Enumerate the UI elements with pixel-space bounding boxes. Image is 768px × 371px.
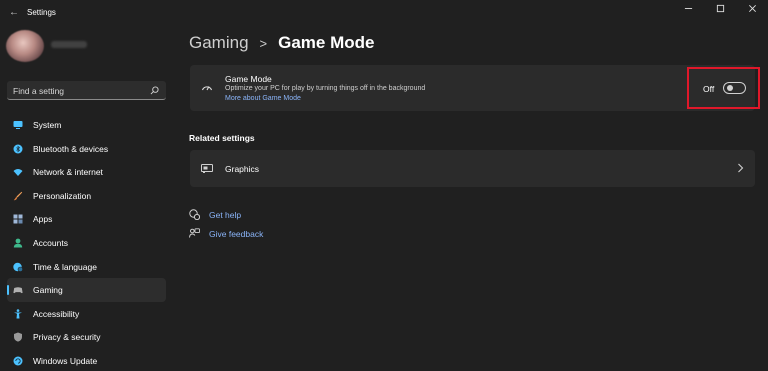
search-icon — [150, 86, 159, 95]
search-input[interactable]: Find a setting — [7, 81, 166, 100]
monitor-icon — [13, 121, 23, 129]
sidebar-item-windows-update[interactable]: Windows Update — [7, 349, 166, 371]
feedback-icon — [189, 228, 200, 238]
sidebar-item-label: Network & internet — [33, 167, 103, 178]
sidebar-item-apps[interactable]: Apps — [7, 207, 166, 231]
avatar — [6, 30, 44, 62]
breadcrumb-separator: > — [259, 35, 268, 51]
minimize-button[interactable] — [672, 0, 704, 16]
more-about-game-mode-link[interactable]: More about Game Mode — [225, 95, 301, 102]
sync-icon — [13, 356, 23, 366]
toggle-knob — [727, 85, 733, 91]
window-title: Settings — [27, 8, 56, 17]
window-controls — [672, 0, 768, 16]
sidebar-item-label: Personalization — [33, 190, 92, 201]
back-arrow-icon[interactable]: ← — [9, 8, 19, 18]
breadcrumb: Gaming > Game Mode — [189, 33, 374, 53]
minimize-icon — [684, 7, 692, 9]
maximize-button[interactable] — [704, 0, 736, 16]
brush-icon — [13, 191, 23, 200]
sidebar-item-label: Bluetooth & devices — [33, 143, 109, 154]
sidebar-item-accounts[interactable]: Accounts — [7, 231, 166, 255]
speedometer-icon — [201, 86, 213, 91]
related-settings-heading: Related settings — [189, 133, 255, 143]
sidebar-item-time-language[interactable]: Time & language — [7, 255, 166, 279]
title-bar: ← Settings — [0, 0, 768, 28]
page-title: Game Mode — [278, 33, 375, 52]
search-placeholder: Find a setting — [13, 86, 65, 96]
sidebar-item-gaming[interactable]: Gaming — [7, 278, 166, 302]
apps-icon — [13, 214, 23, 224]
globe-clock-icon — [13, 262, 23, 272]
breadcrumb-parent[interactable]: Gaming — [189, 33, 249, 53]
wifi-icon — [13, 169, 23, 177]
maximize-icon — [716, 4, 724, 12]
get-help-link[interactable]: Get help — [189, 209, 241, 220]
chevron-right-icon — [738, 163, 744, 173]
graphics-icon — [201, 164, 213, 173]
accessibility-icon — [14, 309, 22, 319]
help-icon — [189, 209, 200, 220]
give-feedback-label: Give feedback — [209, 228, 264, 239]
get-help-label: Get help — [209, 209, 242, 220]
sidebar-item-label: Gaming — [33, 285, 63, 296]
sidebar-item-accessibility[interactable]: Accessibility — [7, 302, 166, 326]
sidebar-nav: System Bluetooth & devices Network & int… — [7, 113, 166, 371]
bluetooth-icon — [13, 144, 23, 154]
sidebar-item-label: Accounts — [33, 237, 68, 248]
sidebar-item-label: Apps — [33, 214, 53, 225]
graphics-label: Graphics — [225, 164, 260, 174]
shield-icon — [14, 332, 22, 342]
sidebar-item-label: System — [33, 120, 62, 130]
sidebar-item-label: Windows Update — [33, 355, 98, 366]
profile-name-blurred — [51, 41, 87, 48]
game-mode-description: Optimize your PC for play by turning thi… — [225, 85, 426, 92]
game-mode-toggle[interactable] — [723, 82, 746, 94]
sidebar-item-label: Accessibility — [33, 308, 80, 319]
sidebar-item-bluetooth[interactable]: Bluetooth & devices — [7, 137, 166, 161]
sidebar-item-label: Privacy & security — [33, 332, 101, 343]
sidebar-item-system[interactable]: System — [7, 113, 166, 137]
close-icon — [748, 4, 756, 12]
sidebar-item-privacy-security[interactable]: Privacy & security — [7, 325, 166, 349]
game-mode-title: Game Mode — [225, 74, 272, 84]
game-mode-toggle-state: Off — [703, 84, 715, 94]
give-feedback-link[interactable]: Give feedback — [189, 228, 263, 239]
sidebar-item-personalization[interactable]: Personalization — [7, 184, 166, 208]
graphics-card[interactable]: Graphics — [190, 150, 755, 187]
controller-icon — [13, 287, 23, 294]
person-icon — [13, 238, 23, 248]
game-mode-card: Game Mode Optimize your PC for play by t… — [190, 65, 755, 111]
close-button[interactable] — [736, 0, 768, 16]
sidebar-item-network[interactable]: Network & internet — [7, 160, 166, 184]
sidebar-item-label: Time & language — [33, 261, 97, 272]
